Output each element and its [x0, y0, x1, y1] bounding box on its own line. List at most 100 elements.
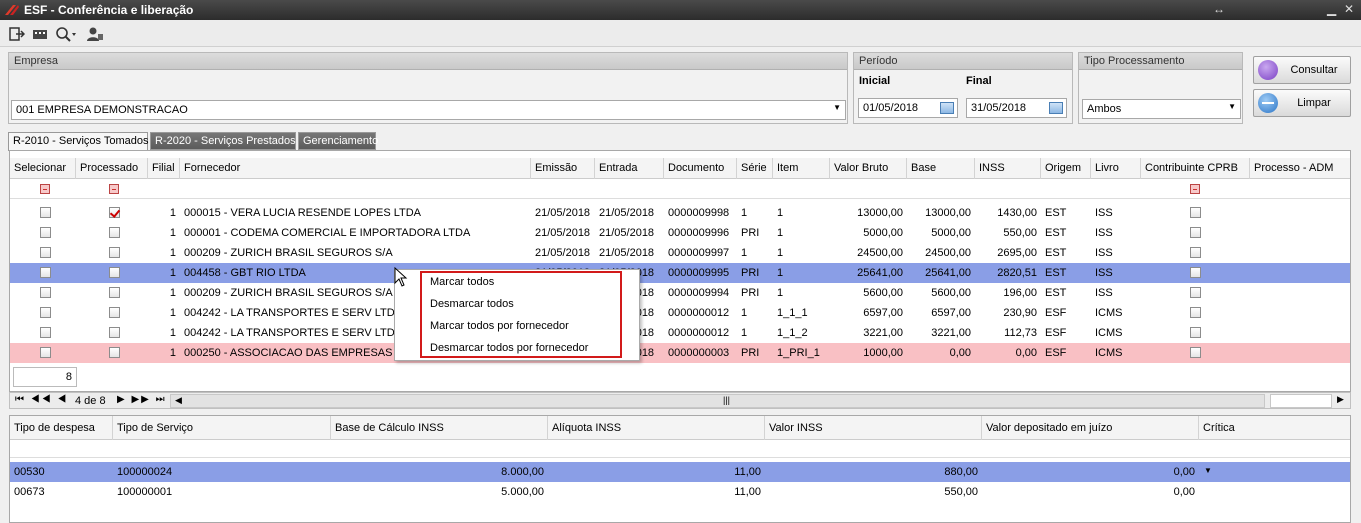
- user-icon[interactable]: [86, 25, 104, 42]
- cprb-checkbox[interactable]: [1190, 227, 1201, 238]
- select-checkbox[interactable]: [40, 247, 51, 258]
- scroll-left-icon[interactable]: ◀: [175, 395, 182, 406]
- col-entrada[interactable]: Entrada: [595, 158, 664, 179]
- chevron-down-icon[interactable]: ▼: [833, 103, 841, 112]
- horizontal-scrollbar[interactable]: ◀ |||: [170, 394, 1265, 408]
- col-valor-deposito[interactable]: Valor depositado em juízo: [982, 416, 1199, 440]
- chevron-down-icon[interactable]: ▼: [1200, 462, 1214, 482]
- cprb-checkbox[interactable]: [1190, 327, 1201, 338]
- nav-next-last-icons[interactable]: ▶ ▶▶ ⏭: [117, 394, 167, 405]
- col-origem[interactable]: Origem: [1041, 158, 1091, 179]
- col-valor-inss[interactable]: Valor INSS: [765, 416, 982, 440]
- tab-r2010[interactable]: R-2010 - Serviços Tomados: [8, 132, 149, 151]
- menu-item-marcar-por-fornecedor[interactable]: Marcar todos por fornecedor: [430, 320, 569, 332]
- table-row[interactable]: 1 000015 - VERA LUCIA RESENDE LOPES LTDA 2…: [10, 203, 1350, 223]
- tab-r2020[interactable]: R-2020 - Serviços Prestados: [150, 132, 296, 150]
- exit-icon[interactable]: [9, 25, 25, 42]
- col-serie[interactable]: Série: [737, 158, 773, 179]
- detail-row[interactable]: 00530 100000024 8.000,00 11,00 880,00 0,00 ▼: [10, 462, 1350, 482]
- nav-first-prev-icons[interactable]: ⏮ ◀◀ ◀: [15, 394, 68, 405]
- table-row[interactable]: 1000209 - ZURICH BRASIL SEGUROS S/A21/05…: [10, 283, 1350, 303]
- tab-gerenciamento[interactable]: Gerenciamento: [298, 132, 378, 150]
- menu-item-desmarcar-todos[interactable]: Desmarcar todos: [430, 298, 514, 310]
- col-aliquota[interactable]: Alíquota INSS: [548, 416, 765, 440]
- col-inss[interactable]: INSS: [975, 158, 1041, 179]
- col-filial[interactable]: Filial: [148, 158, 180, 179]
- col-emissao[interactable]: Emissão: [531, 158, 595, 179]
- detail-row[interactable]: 00673 100000001 5.000,00 11,00 550,00 0,00: [10, 482, 1350, 502]
- filter-cprb-checkbox[interactable]: [1190, 184, 1200, 194]
- cprb-checkbox[interactable]: [1190, 207, 1201, 218]
- processed-checkbox[interactable]: [109, 287, 120, 298]
- table-row[interactable]: 1004242 - LA TRANSPORTES E SERV LTDA21/0…: [10, 323, 1350, 343]
- empresa-select[interactable]: 001 EMPRESA DEMONSTRACAO ▼: [11, 100, 846, 120]
- consultar-button[interactable]: Consultar: [1253, 56, 1351, 84]
- calendar-icon[interactable]: [940, 102, 954, 114]
- col-selecionar[interactable]: Selecionar: [10, 158, 76, 179]
- limpar-button[interactable]: Limpar: [1253, 89, 1351, 117]
- processed-checkbox[interactable]: [109, 347, 120, 358]
- table-row[interactable]: 1000209 - ZURICH BRASIL SEGUROS S/A21/05…: [10, 243, 1350, 263]
- select-checkbox[interactable]: [40, 287, 51, 298]
- col-valor-bruto[interactable]: Valor Bruto: [830, 158, 907, 179]
- select-checkbox[interactable]: [40, 207, 51, 218]
- processed-checkbox[interactable]: [109, 327, 120, 338]
- table-row[interactable]: 1004458 - GBT RIO LTDA21/05/201821/05/20…: [10, 263, 1350, 283]
- cell-serie: PRI: [741, 267, 760, 279]
- col-item[interactable]: Item: [773, 158, 830, 179]
- select-checkbox[interactable]: [40, 227, 51, 238]
- inicial-date-field[interactable]: 01/05/2018: [858, 98, 958, 118]
- cprb-checkbox[interactable]: [1190, 287, 1201, 298]
- tipo-select[interactable]: Ambos ▼: [1082, 99, 1241, 119]
- processed-checkbox[interactable]: [109, 307, 120, 318]
- col-base-calculo[interactable]: Base de Cálculo INSS: [331, 416, 548, 440]
- table-row[interactable]: 1 000001 - CODEMA COMERCIAL E IMPORTADORA…: [10, 223, 1350, 243]
- cell-inss: 2820,51: [997, 267, 1037, 279]
- minimize-icon[interactable]: ▁: [1327, 2, 1336, 16]
- table-row[interactable]: 1000250 - ASSOCIACAO DAS EMPRESAS DE T21…: [10, 343, 1350, 363]
- processed-checkbox[interactable]: [109, 267, 120, 278]
- scroll-thumb[interactable]: |||: [723, 395, 730, 405]
- cprb-checkbox[interactable]: [1190, 247, 1201, 258]
- final-date-field[interactable]: 31/05/2018: [966, 98, 1067, 118]
- menu-item-marcar-todos[interactable]: Marcar todos: [430, 276, 494, 288]
- select-checkbox[interactable]: [40, 307, 51, 318]
- processed-checkbox[interactable]: [109, 207, 120, 218]
- col-critica[interactable]: Crítica: [1199, 416, 1350, 440]
- col-processo-adm[interactable]: Processo - ADM: [1250, 158, 1350, 179]
- cell-bruto: 24500,00: [857, 247, 903, 259]
- chevron-down-icon[interactable]: ▼: [1228, 102, 1236, 111]
- filter-processado-checkbox[interactable]: [109, 184, 119, 194]
- select-checkbox[interactable]: [40, 267, 51, 278]
- cell-item: 1_1_1: [777, 307, 808, 319]
- menu-item-desmarcar-por-fornecedor[interactable]: Desmarcar todos por fornecedor: [430, 342, 588, 354]
- cell-item: 1: [777, 207, 784, 219]
- close-icon[interactable]: ✕: [1344, 2, 1354, 16]
- cprb-checkbox[interactable]: [1190, 347, 1201, 358]
- cprb-checkbox[interactable]: [1190, 307, 1201, 318]
- select-checkbox[interactable]: [40, 327, 51, 338]
- resize-icon[interactable]: ↔: [1213, 2, 1225, 16]
- col-fornecedor[interactable]: Fornecedor: [180, 158, 531, 179]
- limpar-label: Limpar: [1297, 97, 1331, 109]
- cell-livro: ISS: [1095, 247, 1113, 259]
- processed-checkbox[interactable]: [109, 227, 120, 238]
- col-livro[interactable]: Livro: [1091, 158, 1141, 179]
- calendar-icon[interactable]: [1049, 102, 1063, 114]
- scroll-right-icon[interactable]: ▶: [1337, 394, 1344, 405]
- grid-navigator: ⏮ ◀◀ ◀ 4 de 8 ▶ ▶▶ ⏭ ◀ ||| ▶: [9, 392, 1351, 409]
- filter-selecionar-checkbox[interactable]: [40, 184, 50, 194]
- col-documento[interactable]: Documento: [664, 158, 737, 179]
- search-icon[interactable]: [55, 25, 77, 42]
- processed-checkbox[interactable]: [109, 247, 120, 258]
- select-checkbox[interactable]: [40, 347, 51, 358]
- col-processado[interactable]: Processado: [76, 158, 148, 179]
- col-contribuinte-cprb[interactable]: Contribuinte CPRB: [1141, 158, 1250, 179]
- cprb-checkbox[interactable]: [1190, 267, 1201, 278]
- keyboard-icon[interactable]: [32, 25, 50, 42]
- detail-cell-deposito: 0,00: [1173, 486, 1195, 498]
- col-base[interactable]: Base: [907, 158, 975, 179]
- table-row[interactable]: 1004242 - LA TRANSPORTES E SERV LTDA21/0…: [10, 303, 1350, 323]
- col-tipo-despesa[interactable]: Tipo de despesa: [10, 416, 113, 440]
- col-tipo-servico[interactable]: Tipo de Serviço: [113, 416, 331, 440]
